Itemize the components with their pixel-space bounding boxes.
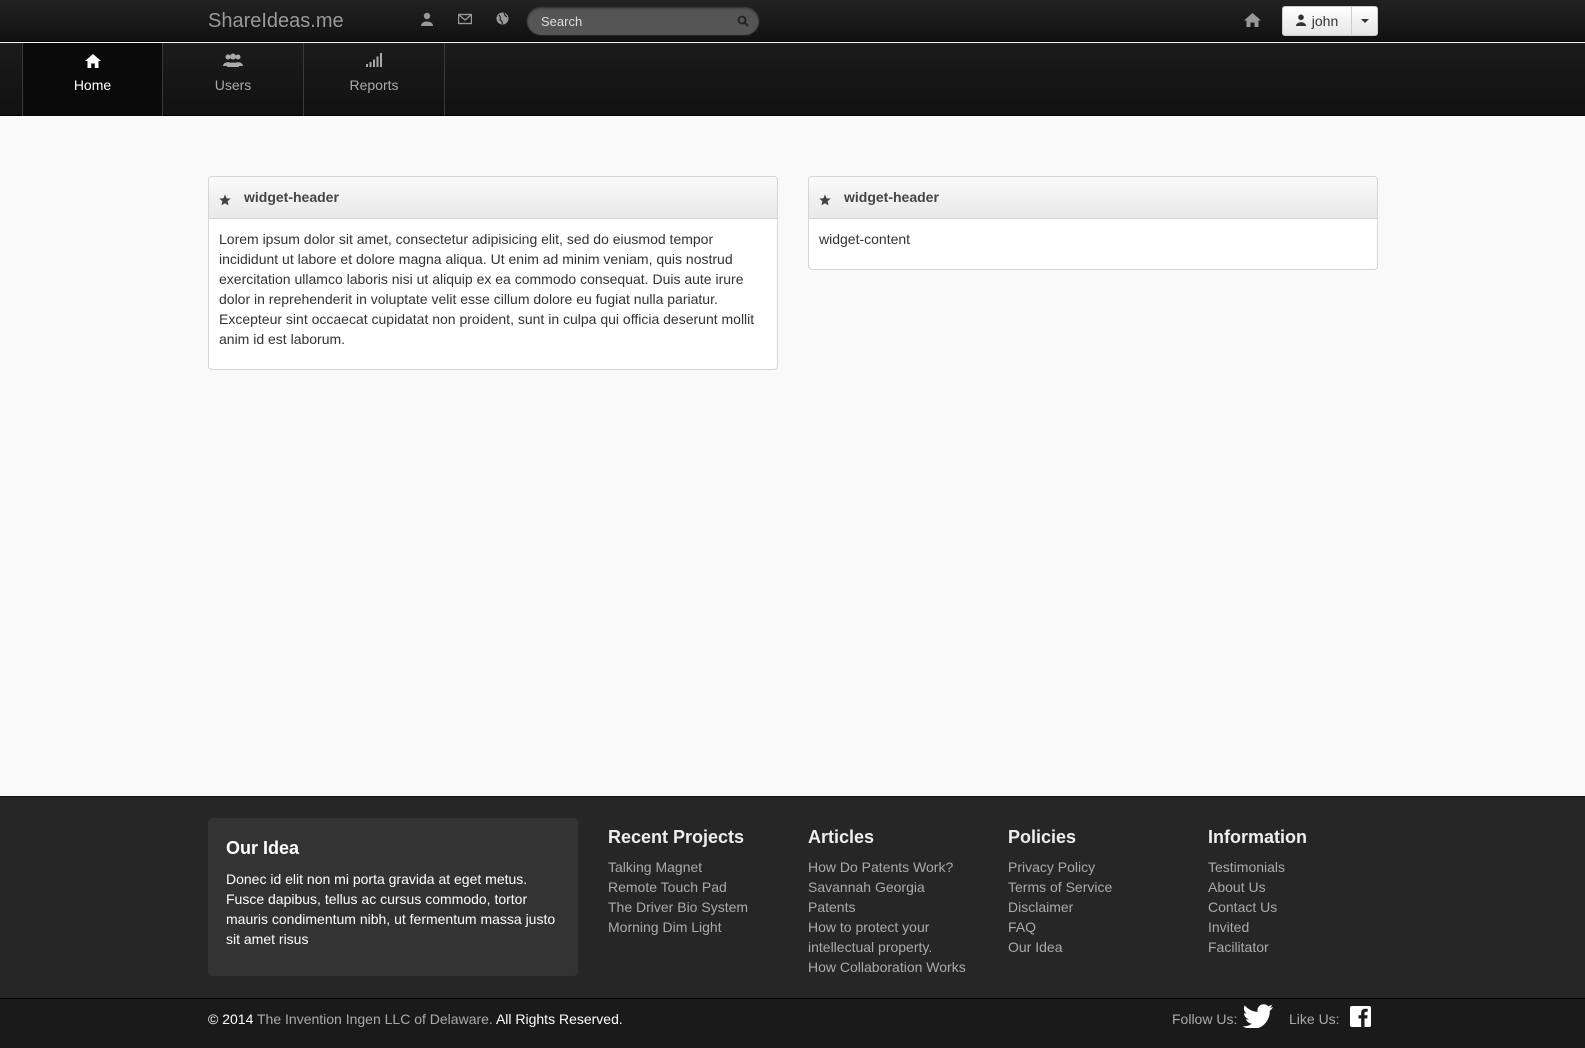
copyright-prefix: © 2014 [208,1011,254,1027]
nav-tab-label: Users [214,77,252,93]
widget-content: Lorem ipsum dolor sit amet, consectetur … [219,231,755,347]
nav-tab-users[interactable]: Users [163,43,304,116]
user-menu-button[interactable]: john [1282,6,1352,36]
widget-panel: widget-header Lorem ipsum dolor sit amet… [208,176,778,370]
footer-link[interactable]: How Collaboration Works [808,957,998,977]
footer-column-title: Articles [808,827,875,847]
user-dropdown-toggle[interactable] [1351,6,1378,36]
footer-column-articles: Articles How Do Patents Work? Savannah G… [808,827,998,977]
footer-column-title: Information [1208,827,1307,847]
widget-content: widget-content [819,231,911,247]
widget-header: widget-header [209,177,777,219]
caret-down-icon [1360,19,1369,23]
follow-us-label: Follow Us: [1172,1011,1238,1027]
home-icon [23,53,162,71]
widget-title: widget-header [844,189,939,205]
users-icon [163,53,303,71]
footer-link[interactable]: Testimonials [1208,857,1398,877]
our-idea-box: Our Idea Donec id elit non mi porta grav… [208,818,578,976]
rights-text: All Rights Reserved. [495,1011,623,1027]
widget-header: widget-header [809,177,1377,219]
user-icon[interactable] [421,12,437,28]
footer-column-title: Recent Projects [608,827,745,847]
search-box [526,6,760,36]
footer-link[interactable]: Terms of Service [1008,877,1198,897]
footer-link[interactable]: About Us [1208,877,1398,897]
star-icon [819,193,831,209]
footer-column-title: Policies [1008,827,1077,847]
like-us-label: Like Us: [1289,1011,1340,1027]
nav-tab-label: Home [73,77,112,93]
globe-icon[interactable] [496,12,512,28]
signal-icon [304,53,444,71]
footer-link[interactable]: Savannah Georgia [808,877,998,897]
search-icon[interactable] [737,14,749,30]
footer-link[interactable]: Disclaimer [1008,897,1198,917]
nav-tab-reports[interactable]: Reports [304,43,445,116]
nav-tab-label: Reports [349,77,399,93]
our-idea-title: Our Idea [226,838,300,858]
copyright-bar: © 2014 The Invention Ingen LLC of Delawa… [0,998,1585,1048]
footer-link[interactable]: How Do Patents Work? [808,857,998,877]
copyright-text: © 2014 The Invention Ingen LLC of Delawa… [208,1011,623,1027]
footer-link[interactable]: The Driver Bio System [608,897,798,917]
footer-link[interactable]: Contact Us [1208,897,1398,917]
our-idea-text: Donec id elit non mi porta gravida at eg… [226,871,556,947]
footer-column-policies: Policies Privacy Policy Terms of Service… [1008,827,1198,957]
footer-link[interactable]: FAQ [1008,917,1198,937]
search-input[interactable] [541,12,731,30]
brand-logo[interactable]: ShareIdeas.me [208,10,344,33]
twitter-icon[interactable] [1242,1004,1274,1031]
nav-tab-home[interactable]: Home [22,43,163,116]
footer-link[interactable]: Remote Touch Pad [608,877,798,897]
footer-link[interactable]: Our Idea [1008,937,1198,957]
star-icon [219,193,231,209]
footer-column-information: Information Testimonials About Us Contac… [1208,827,1398,957]
footer-link[interactable]: Morning Dim Light [608,917,798,937]
envelope-icon[interactable] [457,12,474,28]
footer-link[interactable]: Invited [1208,917,1398,937]
footer-link[interactable]: Patents [808,897,998,917]
facebook-icon[interactable] [1350,1006,1371,1027]
widget-panel: widget-header widget-content [808,176,1378,270]
footer-link[interactable]: How to protect your [808,917,998,937]
footer-link[interactable]: Facilitator [1208,937,1398,957]
company-link[interactable]: The Invention Ingen LLC of Delaware. [257,1011,493,1027]
main-nav: Home Users Reports [0,43,1585,116]
home-icon[interactable] [1243,12,1262,31]
footer-link[interactable]: Talking Magnet [608,857,798,877]
widget-title: widget-header [244,189,339,205]
user-icon [1295,13,1306,29]
footer-column-recent-projects: Recent Projects Talking Magnet Remote To… [608,827,798,937]
footer-link[interactable]: intellectual property. [808,937,998,957]
footer-link[interactable]: Privacy Policy [1008,857,1198,877]
footer: Our Idea Donec id elit non mi porta grav… [0,796,1585,998]
top-navbar: ShareIdeas.me john [0,0,1585,42]
user-name: john [1311,13,1339,29]
